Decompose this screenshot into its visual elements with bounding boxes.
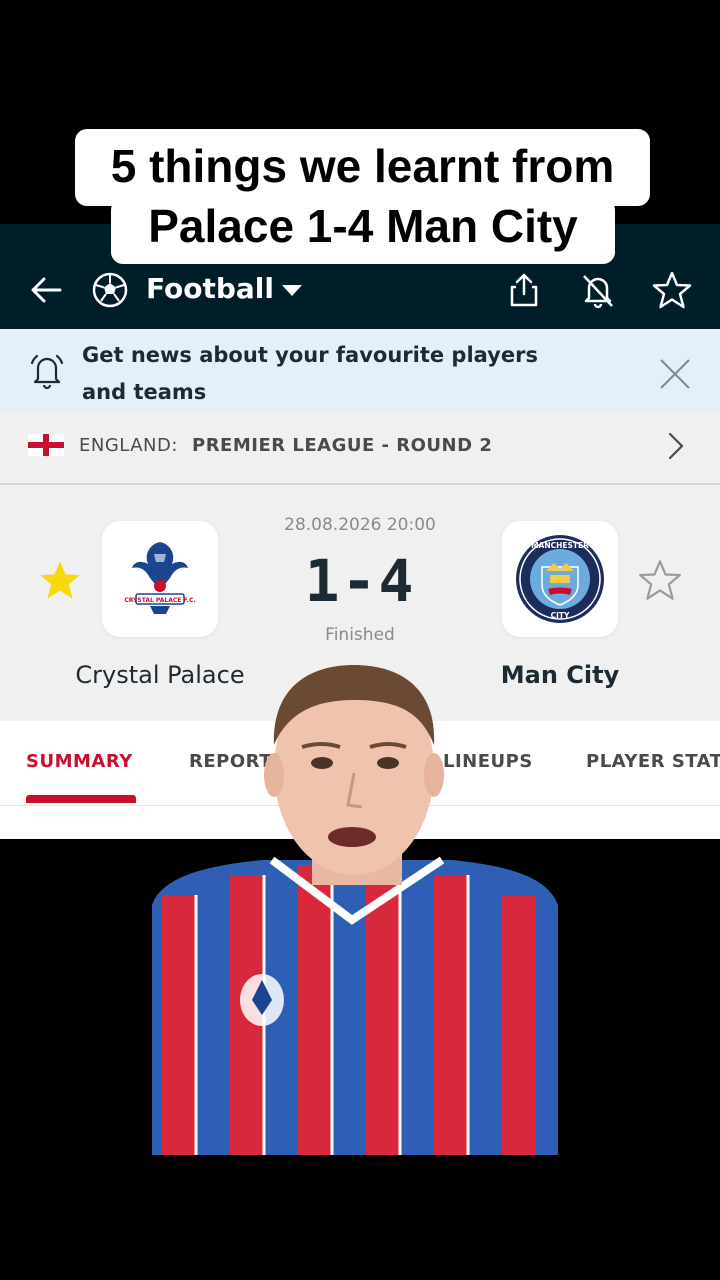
caret-down-icon[interactable]	[272, 270, 312, 310]
svg-text:CRYSTAL PALACE F.C.: CRYSTAL PALACE F.C.	[124, 597, 195, 604]
away-favourite-star-icon[interactable]	[638, 558, 682, 602]
bell-off-icon[interactable]	[578, 270, 618, 310]
sport-selector-label[interactable]: Football	[146, 271, 274, 307]
star-outline-icon[interactable]	[652, 270, 692, 310]
bell-ringing-icon	[26, 349, 68, 391]
svg-text:MANCHESTER: MANCHESTER	[531, 541, 589, 550]
tab-player-stats[interactable]: PLAYER STATS	[586, 751, 720, 772]
home-favourite-star-icon[interactable]	[38, 558, 82, 602]
match-status: Finished	[325, 625, 395, 645]
league-country: ENGLAND:	[79, 435, 178, 456]
banner-message: Get news about your favourite players an…	[82, 343, 538, 404]
presenter-video	[152, 655, 558, 1155]
league-row[interactable]: ENGLAND: PREMIER LEAGUE - ROUND 2	[0, 411, 720, 485]
chevron-right-icon[interactable]	[664, 431, 688, 461]
match-datetime: 28.08.2026 20:00	[284, 515, 436, 535]
caption-line-1: 5 things we learnt from	[110, 140, 615, 192]
share-icon[interactable]	[504, 270, 544, 310]
england-flag-icon	[28, 434, 64, 456]
league-name: PREMIER LEAGUE - ROUND 2	[192, 435, 493, 456]
arrow-left-icon[interactable]	[26, 270, 66, 310]
caption-line-2: Palace 1-4 Man City	[148, 200, 578, 252]
svg-text:CITY: CITY	[551, 611, 570, 620]
notification-banner: Get news about your favourite players an…	[0, 329, 720, 411]
away-team-crest[interactable]: MANCHESTER CITY	[502, 521, 618, 637]
tab-summary[interactable]: SUMMARY	[26, 751, 133, 772]
manchester-city-crest-icon: MANCHESTER CITY	[516, 535, 604, 623]
home-team-crest[interactable]: CRYSTAL PALACE F.C.	[102, 521, 218, 637]
soccer-ball-icon	[90, 270, 130, 310]
close-icon[interactable]	[656, 355, 694, 393]
active-tab-indicator	[26, 795, 136, 803]
match-score: 1-4	[304, 547, 416, 615]
crystal-palace-crest-icon: CRYSTAL PALACE F.C.	[124, 542, 196, 614]
